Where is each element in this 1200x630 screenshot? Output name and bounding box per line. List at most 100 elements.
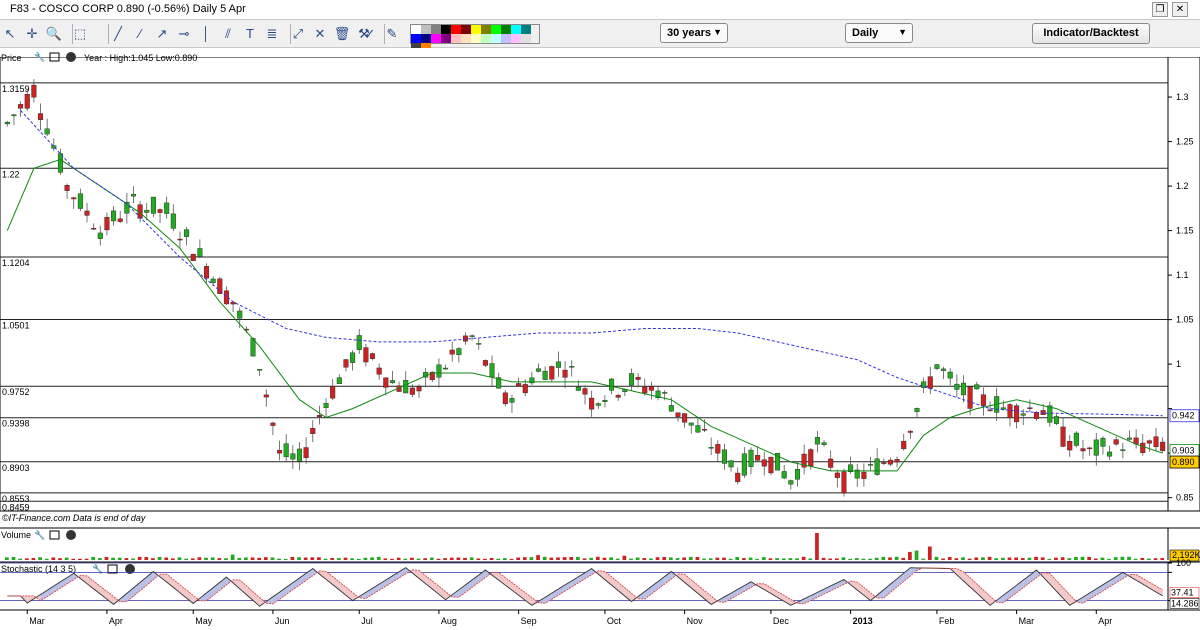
range-select[interactable]: 30 years ▼ xyxy=(660,23,728,43)
palette-swatch[interactable] xyxy=(511,25,521,34)
palette-swatch[interactable] xyxy=(451,34,461,43)
price-value-label: 0.890 xyxy=(1172,457,1195,467)
x-tick-label: Mar xyxy=(29,616,45,626)
palette-swatch[interactable] xyxy=(451,25,461,34)
palette-swatch[interactable] xyxy=(491,34,501,43)
volume-bar xyxy=(390,558,394,560)
arc-icon[interactable]: ⤢ xyxy=(288,24,308,44)
volume-bar xyxy=(1107,558,1111,560)
toolbar: ↖ ✛ 🔍 ⬚ ╱ ⁄ ↗ ⊸ │ ⫽ T ≣ ⤢ ✕ 🗑 ⚒ ✓ ✎ 30 years ▼ Daily ▼ In… xyxy=(0,20,1200,52)
candle-body xyxy=(788,480,794,485)
candle-body xyxy=(316,415,322,417)
candle-body xyxy=(814,437,820,445)
palette-swatch[interactable] xyxy=(471,34,481,43)
check-icon[interactable]: ✓ xyxy=(360,24,380,44)
candle-body xyxy=(821,442,827,446)
ray-icon[interactable]: ↗ xyxy=(152,24,172,44)
volume-bar xyxy=(1054,557,1058,560)
palette-swatch[interactable] xyxy=(501,25,511,34)
level-label: 1.22 xyxy=(2,169,20,179)
volume-bar xyxy=(4,557,9,560)
volume-bar xyxy=(1147,558,1151,560)
volume-bar xyxy=(1160,558,1165,560)
palette-swatch[interactable] xyxy=(461,25,471,34)
x-tick-label: 2013 xyxy=(853,616,873,626)
volume-bar xyxy=(668,557,673,560)
delete-icon[interactable]: 🗑 xyxy=(332,24,352,44)
interval-select[interactable]: Daily ▼ xyxy=(845,23,913,43)
volume-bar xyxy=(536,555,540,560)
channel-icon[interactable]: ⫽ xyxy=(218,24,238,44)
candle-body xyxy=(144,210,150,213)
x-tick-label: Mar xyxy=(1019,616,1035,626)
candle-body xyxy=(708,447,714,449)
price-pane-label: Price xyxy=(1,53,22,63)
candle-body xyxy=(296,448,303,462)
text-icon[interactable]: T xyxy=(240,24,260,44)
vertical-line-icon[interactable]: │ xyxy=(196,24,216,44)
volume-bar xyxy=(602,557,607,560)
candle-body xyxy=(549,366,555,380)
pencil-icon[interactable]: ✎ xyxy=(382,24,402,44)
volume-bar xyxy=(429,557,434,560)
palette-swatch[interactable] xyxy=(491,25,501,34)
volume-bar xyxy=(888,557,892,560)
y-tick-label: 1.05 xyxy=(1176,315,1194,325)
volume-bar xyxy=(177,557,182,560)
candle-body xyxy=(841,471,847,494)
candle-body xyxy=(203,266,210,279)
zoom-icon[interactable]: 🔍 xyxy=(44,24,64,44)
volume-bar xyxy=(157,556,162,560)
volume-bar xyxy=(1093,558,1098,560)
palette-swatch[interactable] xyxy=(411,25,421,34)
crosshair-icon[interactable]: ✛ xyxy=(22,24,42,44)
price-axis-area xyxy=(1167,56,1200,512)
palette-swatch[interactable] xyxy=(431,34,441,43)
palette-swatch[interactable] xyxy=(421,34,431,43)
indicator-backtest-button[interactable]: Indicator/Backtest xyxy=(1032,23,1150,44)
volume-bar xyxy=(1087,556,1092,560)
candle-body xyxy=(542,370,548,380)
cross-icon[interactable]: ✕ xyxy=(310,24,330,44)
volume-bar xyxy=(927,546,932,560)
trendline-icon[interactable]: ╱ xyxy=(108,24,128,44)
palette-swatch[interactable] xyxy=(511,34,521,43)
palette-swatch[interactable] xyxy=(521,34,531,43)
candle-body xyxy=(582,388,588,395)
select-icon[interactable]: ⬚ xyxy=(70,24,90,44)
palette-swatch[interactable] xyxy=(521,25,531,34)
volume-bar xyxy=(562,557,567,560)
volume-bar xyxy=(217,558,222,560)
color-palette[interactable] xyxy=(410,24,540,52)
palette-swatch[interactable] xyxy=(441,25,451,34)
volume-bar xyxy=(383,558,388,560)
palette-swatch[interactable] xyxy=(481,34,491,43)
line-icon[interactable]: ⁄ xyxy=(130,24,150,44)
palette-swatch[interactable] xyxy=(441,34,451,43)
volume-bar xyxy=(549,557,554,560)
palette-swatch[interactable] xyxy=(461,34,471,43)
pointer-icon[interactable]: ↖ xyxy=(0,24,20,44)
volume-bar xyxy=(111,557,115,560)
palette-swatch[interactable] xyxy=(481,25,491,34)
palette-swatch[interactable] xyxy=(471,25,481,34)
palette-swatch[interactable] xyxy=(501,34,511,43)
candle-body xyxy=(469,335,475,337)
candle-body xyxy=(1113,439,1119,445)
volume-bar xyxy=(489,557,494,560)
candle-body xyxy=(974,384,980,390)
candle-body xyxy=(369,353,376,359)
palette-swatch[interactable] xyxy=(431,25,441,34)
horizontal-line-icon[interactable]: ⊸ xyxy=(174,24,194,44)
candle-body xyxy=(881,462,887,464)
price-value-label: 0.903 xyxy=(1172,445,1195,455)
restore-icon[interactable]: ❐ xyxy=(1152,2,1168,17)
palette-swatch[interactable] xyxy=(411,34,421,43)
palette-swatch[interactable] xyxy=(421,25,431,34)
candle-body xyxy=(64,185,70,191)
fibonacci-icon[interactable]: ≣ xyxy=(262,24,282,44)
volume-bar xyxy=(244,557,248,560)
close-icon[interactable]: ✕ xyxy=(1172,2,1188,17)
candle-body xyxy=(97,232,103,239)
candle-body xyxy=(283,443,289,458)
